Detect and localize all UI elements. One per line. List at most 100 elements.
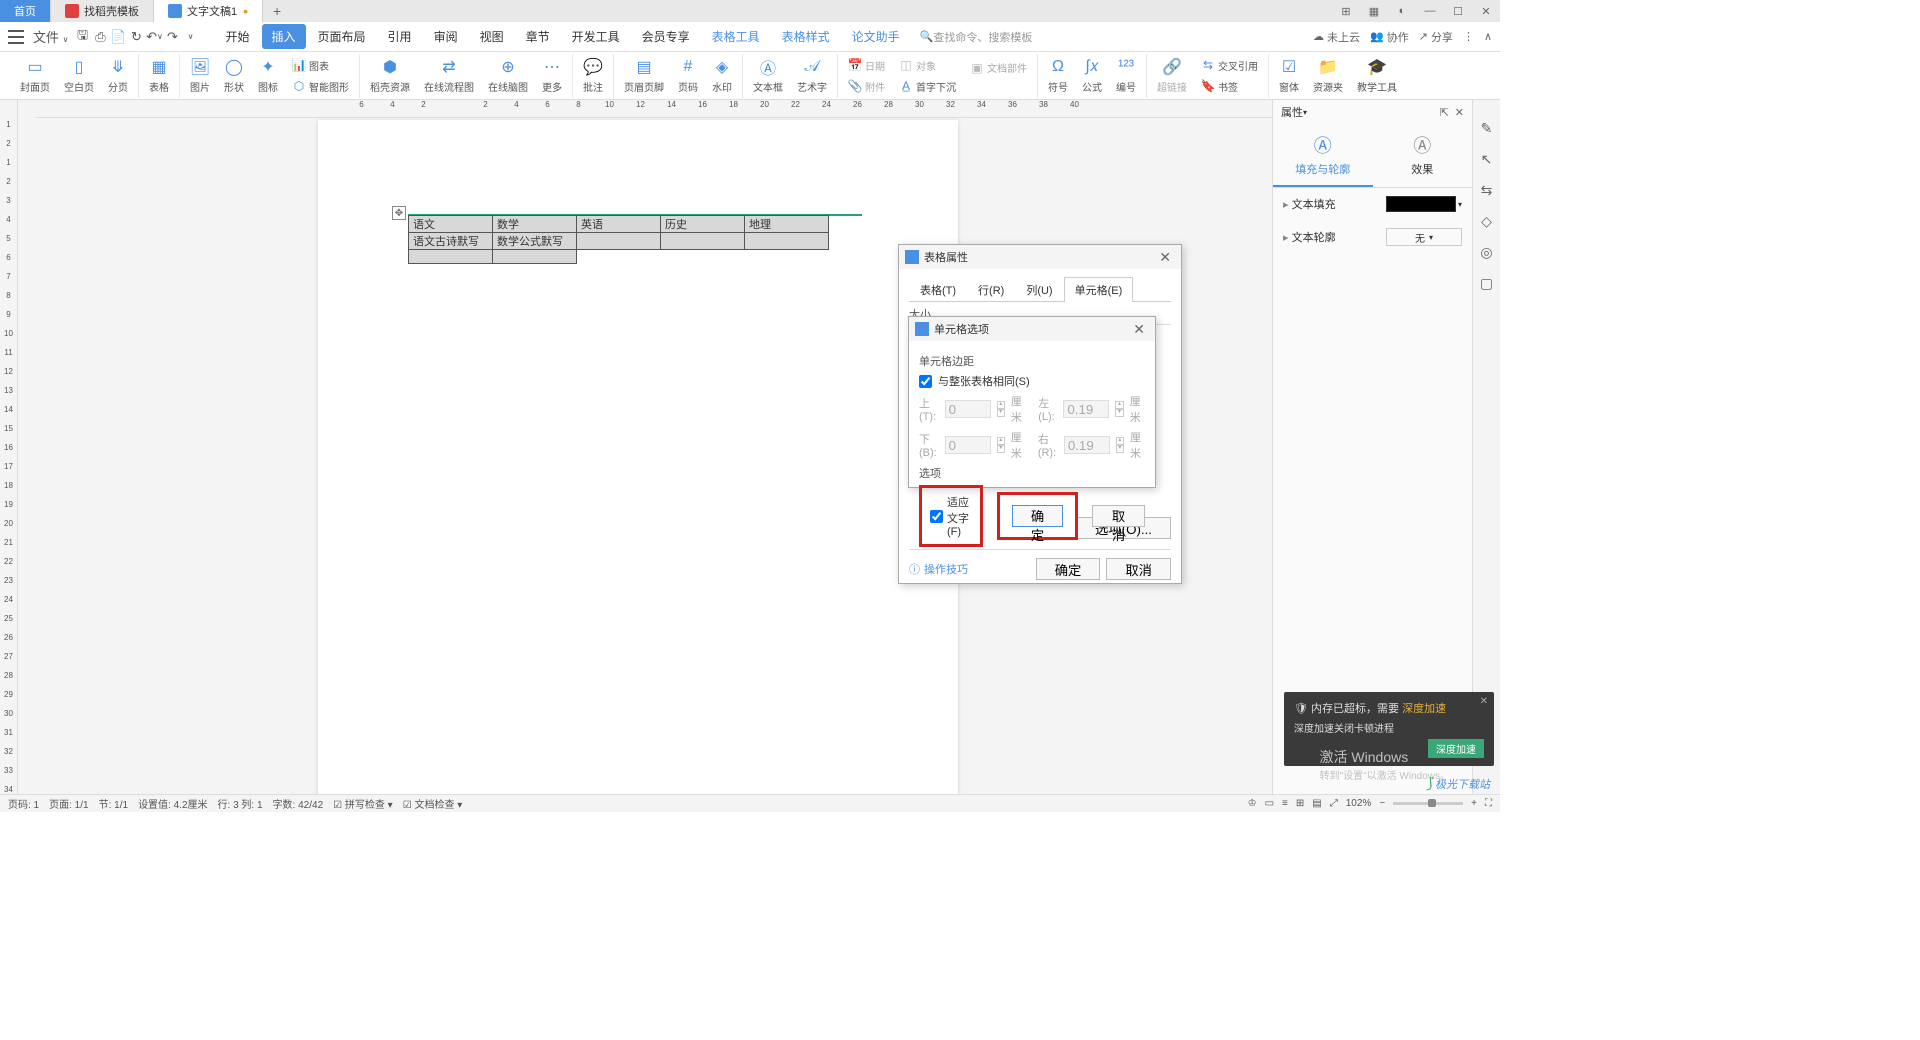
- fill-color-swatch[interactable]: [1386, 196, 1456, 212]
- icons-button[interactable]: ✦图标: [256, 55, 280, 96]
- ok-button[interactable]: 确定: [1012, 505, 1063, 527]
- form-button[interactable]: ☑窗体: [1277, 55, 1301, 96]
- view-outline-icon[interactable]: ≡: [1282, 798, 1288, 809]
- more-menu-icon[interactable]: ⋮: [1463, 30, 1474, 43]
- table-row[interactable]: 语文 数学 英语 历史 地理: [409, 216, 829, 233]
- zoom-slider[interactable]: [1393, 802, 1463, 805]
- fit-width-icon[interactable]: ⤢: [1330, 798, 1338, 809]
- fit-text-checkbox[interactable]: [930, 510, 943, 523]
- close-panel-icon[interactable]: ✕: [1455, 106, 1464, 119]
- fill-outline-tab[interactable]: Ⓐ填充与轮廓: [1273, 124, 1373, 187]
- tab-home[interactable]: 首页: [0, 0, 51, 22]
- status-pageno[interactable]: 页码: 1: [8, 796, 39, 811]
- print-icon[interactable]: ⎙: [92, 28, 110, 46]
- shape-icon[interactable]: ◇: [1481, 213, 1492, 230]
- view-read-icon[interactable]: ▤: [1312, 798, 1321, 809]
- new-tab-button[interactable]: +: [263, 3, 291, 19]
- picture-button[interactable]: 🖼图片: [188, 55, 212, 96]
- menu-tab-start[interactable]: 开始: [216, 24, 260, 49]
- menu-tab-layout[interactable]: 页面布局: [308, 24, 376, 49]
- print-preview-icon[interactable]: 📄: [110, 28, 128, 46]
- table-cell[interactable]: [661, 233, 745, 250]
- menu-tab-review[interactable]: 审阅: [424, 24, 468, 49]
- dropdown-icon[interactable]: ∨: [182, 28, 200, 46]
- tab-column[interactable]: 列(U): [1015, 277, 1063, 302]
- header-footer-button[interactable]: ▤页眉页脚: [622, 55, 666, 96]
- cloud-status[interactable]: ☁ 未上云: [1313, 29, 1360, 45]
- table-cell[interactable]: 语文古诗默写: [409, 233, 493, 250]
- menu-tab-developer[interactable]: 开发工具: [562, 24, 630, 49]
- operation-tips-link[interactable]: ⓘ 操作技巧: [909, 561, 968, 577]
- outline-select[interactable]: 无 ▾: [1386, 228, 1462, 246]
- page-break-button[interactable]: ⤋分页: [106, 55, 130, 96]
- dialog-titlebar[interactable]: 表格属性✕: [899, 245, 1181, 269]
- table-cell[interactable]: [745, 233, 829, 250]
- watermark-button[interactable]: ◈水印: [710, 55, 734, 96]
- pencil-icon[interactable]: ✎: [1481, 120, 1493, 137]
- undo-icon[interactable]: ↶∨: [146, 28, 164, 46]
- teaching-tools-button[interactable]: 🎓教学工具: [1355, 55, 1399, 96]
- table-button[interactable]: ▦表格: [147, 55, 171, 96]
- close-icon[interactable]: ✕: [1155, 249, 1175, 266]
- view-crown-icon[interactable]: ♔: [1248, 798, 1257, 809]
- flowchart-button[interactable]: ⇄在线流程图: [422, 55, 476, 96]
- view-web-icon[interactable]: ⊞: [1296, 798, 1304, 809]
- table-cell[interactable]: 历史: [661, 216, 745, 233]
- menu-tab-table-style[interactable]: 表格样式: [772, 24, 840, 49]
- settings-icon[interactable]: ⇆: [1481, 182, 1493, 199]
- menu-tab-view[interactable]: 视图: [470, 24, 514, 49]
- maximize-button[interactable]: ☐: [1444, 0, 1472, 22]
- shapes-button[interactable]: ◯形状: [222, 55, 246, 96]
- page-number-button[interactable]: #页码: [676, 55, 700, 96]
- menu-tab-table-tools[interactable]: 表格工具: [702, 24, 770, 49]
- tab-table[interactable]: 表格(T): [909, 277, 967, 302]
- menu-tab-paper[interactable]: 论文助手: [842, 24, 910, 49]
- layout-icon[interactable]: ⊞: [1332, 0, 1360, 22]
- effects-tab[interactable]: Ⓐ效果: [1373, 124, 1473, 187]
- doc-icon[interactable]: ▢: [1480, 275, 1493, 292]
- menu-tab-member[interactable]: 会员专享: [632, 24, 700, 49]
- close-toast-icon[interactable]: ✕: [1480, 696, 1488, 707]
- document-table[interactable]: 语文 数学 英语 历史 地理 语文古诗默写 数学公式默写: [408, 215, 829, 264]
- user-avatar[interactable]: ◐: [1388, 0, 1416, 22]
- table-cell[interactable]: 数学: [493, 216, 577, 233]
- table-cell[interactable]: [409, 250, 493, 264]
- tab-templates[interactable]: 找稻壳模板: [51, 0, 154, 22]
- cover-page-button[interactable]: ▭封面页: [18, 55, 52, 96]
- symbol-button[interactable]: Ω符号: [1046, 55, 1070, 96]
- table-cell[interactable]: 地理: [745, 216, 829, 233]
- view-page-icon[interactable]: ▭: [1265, 798, 1274, 809]
- menu-tab-insert[interactable]: 插入: [262, 24, 306, 49]
- tab-document[interactable]: 文字文稿1•: [154, 0, 263, 22]
- zoom-in-icon[interactable]: +: [1471, 798, 1477, 809]
- share-button[interactable]: ↗ 分享: [1419, 29, 1453, 45]
- comment-button[interactable]: 💬批注: [581, 55, 605, 96]
- command-search[interactable]: 🔍 查找命令、搜索模板: [920, 29, 1033, 45]
- tab-row[interactable]: 行(R): [967, 277, 1015, 302]
- more-button[interactable]: ⋯更多: [540, 55, 564, 96]
- table-row[interactable]: [409, 250, 829, 264]
- cancel-button[interactable]: 取消: [1106, 558, 1171, 580]
- collapse-ribbon-icon[interactable]: ∧: [1484, 30, 1492, 43]
- minimize-button[interactable]: —: [1416, 0, 1444, 22]
- cancel-button[interactable]: 取消: [1092, 505, 1145, 527]
- textbox-button[interactable]: Ⓐ文本框: [751, 55, 785, 96]
- table-cell[interactable]: 数学公式默写: [493, 233, 577, 250]
- close-icon[interactable]: ✕: [1129, 321, 1149, 338]
- table-cell[interactable]: [493, 250, 577, 264]
- smartart-button[interactable]: ⬡智能图形: [290, 77, 351, 96]
- close-button[interactable]: ✕: [1472, 0, 1500, 22]
- table-row[interactable]: 语文古诗默写 数学公式默写: [409, 233, 829, 250]
- menu-tab-section[interactable]: 章节: [516, 24, 560, 49]
- status-page[interactable]: 页面: 1/1: [49, 796, 88, 811]
- file-menu[interactable]: 文件 ∨: [28, 27, 74, 46]
- ok-button[interactable]: 确定: [1036, 558, 1101, 580]
- chart-button[interactable]: 📊图表: [290, 56, 351, 75]
- menu-tab-reference[interactable]: 引用: [378, 24, 422, 49]
- redo-icon[interactable]: ↷: [164, 28, 182, 46]
- grid-icon[interactable]: ▦: [1360, 0, 1388, 22]
- blank-page-button[interactable]: ▯空白页: [62, 55, 96, 96]
- document-page[interactable]: ✥ 语文 数学 英语 历史 地理 语文古诗默写 数学公式默写: [318, 120, 958, 794]
- wordart-button[interactable]: 𝒜艺术字: [795, 55, 829, 96]
- status-doccheck[interactable]: ☑ 文档检查 ▾: [403, 796, 463, 811]
